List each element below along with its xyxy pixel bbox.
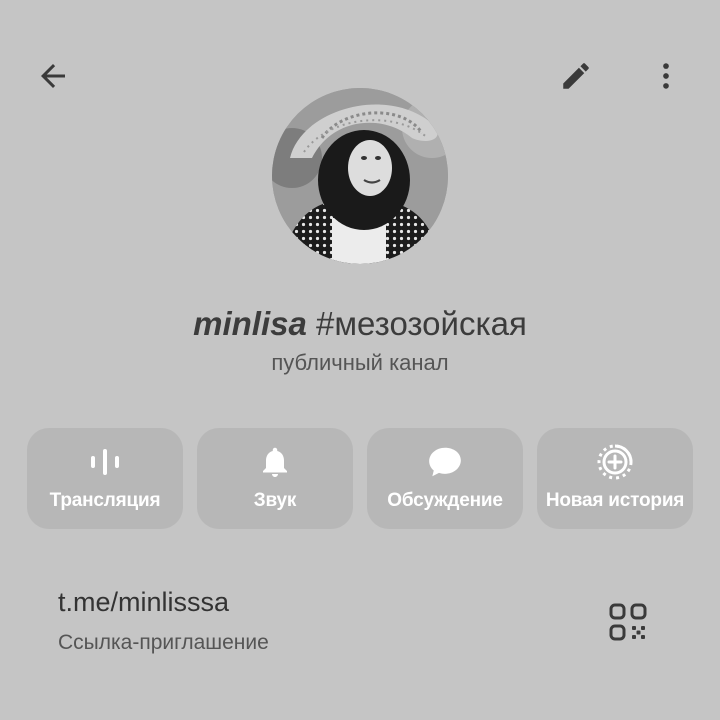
- channel-name: minlisa: [193, 305, 307, 342]
- invite-link-row[interactable]: t.me/minlisssa Ссылка-приглашение: [0, 570, 720, 670]
- invite-link-caption: Ссылка-приглашение: [58, 631, 269, 654]
- invite-link-url[interactable]: t.me/minlisssa: [58, 584, 229, 620]
- more-vertical-icon: [663, 63, 669, 89]
- add-story-icon: [597, 444, 633, 480]
- channel-type-label: публичный канал: [271, 350, 449, 375]
- pencil-icon: [563, 63, 589, 89]
- sound-label: Звук: [253, 490, 297, 511]
- live-stream-icon: [91, 449, 119, 475]
- discussion-label: Обсуждение: [387, 490, 503, 511]
- channel-avatar[interactable]: [272, 88, 448, 264]
- live-stream-button[interactable]: Трансляция: [27, 428, 183, 529]
- chat-bubble-icon: [429, 447, 461, 477]
- arrow-left-icon: [41, 64, 65, 88]
- more-options-button[interactable]: [644, 52, 688, 100]
- edit-button[interactable]: [552, 52, 600, 100]
- sound-button[interactable]: Звук: [197, 428, 353, 529]
- back-button[interactable]: [28, 52, 78, 100]
- new-story-button[interactable]: Новая история: [537, 428, 693, 529]
- bell-icon: [263, 447, 287, 477]
- live-stream-label: Трансляция: [49, 490, 161, 511]
- new-story-label: Новая история: [545, 490, 685, 511]
- discussion-button[interactable]: Обсуждение: [367, 428, 523, 529]
- avatar-photo: [272, 88, 448, 264]
- channel-title: minlisa #мезозойская: [0, 302, 720, 346]
- qr-code-icon: [609, 603, 647, 641]
- channel-title-rest: #мезозойская: [306, 305, 527, 342]
- action-buttons-row: Трансляция Звук Обсуждение Новая история: [0, 428, 720, 530]
- qr-code-button[interactable]: [604, 598, 652, 646]
